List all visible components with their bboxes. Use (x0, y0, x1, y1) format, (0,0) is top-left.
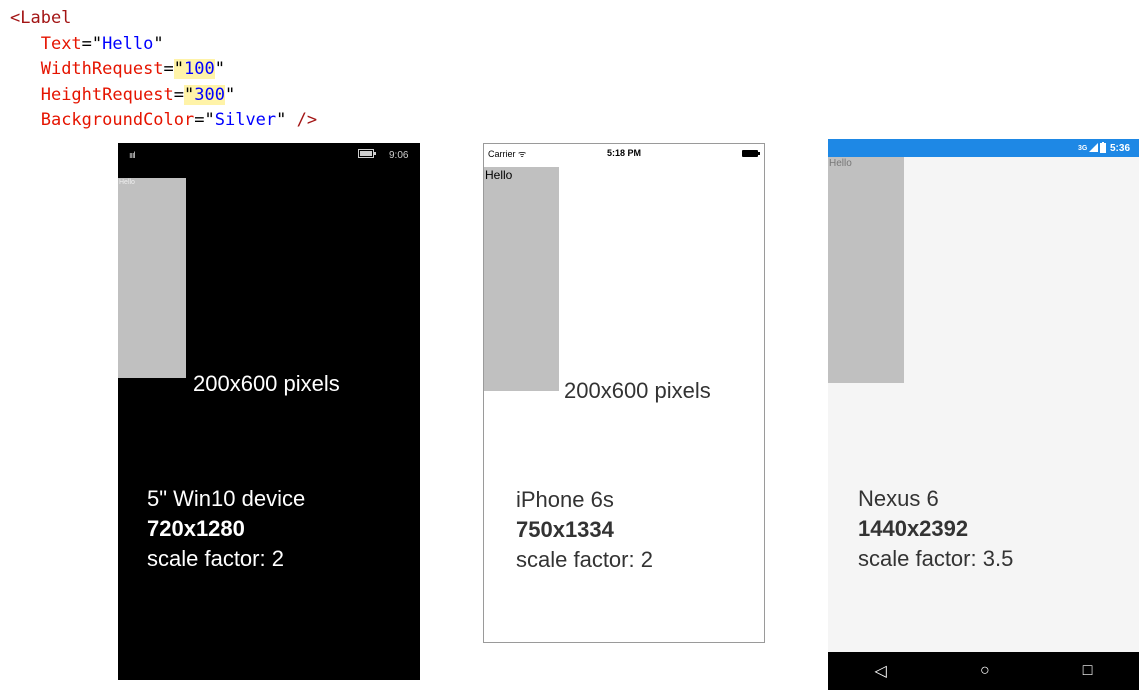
code-tag-close: /> (286, 110, 318, 130)
signal-icon (1089, 143, 1098, 155)
network-icon: 3G (1078, 144, 1088, 152)
battery-icon (358, 149, 376, 161)
hello-label-box: Hello (484, 167, 559, 391)
code-attr-width: WidthRequest (40, 59, 164, 79)
code-val-height: 300 (194, 84, 225, 105)
pixel-size-caption: 200x600 pixels (193, 371, 340, 396)
battery-icon (1100, 142, 1106, 156)
code-attr-height: HeightRequest (40, 84, 174, 105)
device-info: iPhone 6s 750x1334 scale factor: 2 (516, 485, 653, 575)
iphone-screen: Carrier ᯤ 5:18 PM Hello 200x600 pixels i… (483, 143, 765, 643)
device-info: Nexus 6 1440x2392 scale factor: 3.5 (858, 484, 1013, 574)
home-icon[interactable]: ○ (980, 662, 990, 680)
ios-carrier: Carrier ᯤ (488, 148, 527, 159)
android-nav-bar: ◁ ○ □ (828, 652, 1139, 690)
code-val-bg: Silver (214, 110, 277, 130)
win10-phone-screen: ıııl 9:06 Hello 200x600 pixels 5" Win10 … (118, 143, 420, 680)
device-resolution: 1440x2392 (858, 516, 969, 541)
win-status-bar: ıııl 9:06 (118, 143, 420, 167)
battery-icon (742, 149, 760, 159)
code-attr-text: Text (40, 33, 82, 54)
android-time: 5:36 (1110, 142, 1131, 154)
nexus6-screen: 3G 5:36 Hello Nexus 6 1440x2392 scale fa… (828, 139, 1139, 690)
device-scale: scale factor: 2 (516, 547, 653, 572)
ios-time: 5:18 PM (607, 148, 642, 158)
back-icon[interactable]: ◁ (875, 661, 887, 681)
win-time: 9:06 (389, 149, 409, 161)
hello-label-text: Hello (829, 158, 852, 169)
device-info: 5" Win10 device 720x1280 scale factor: 2 (147, 484, 305, 574)
hello-label-box: Hello (828, 157, 904, 383)
device-scale: scale factor: 2 (147, 546, 284, 571)
hello-label-text: Hello (485, 168, 513, 182)
code-val-text: Hello (102, 33, 154, 54)
signal-icon: ıııl (129, 150, 135, 160)
code-attr-bg: BackgroundColor (40, 110, 195, 130)
device-scale: scale factor: 3.5 (858, 546, 1014, 571)
hello-label-box: Hello (118, 178, 186, 378)
ios-status-bar: Carrier ᯤ 5:18 PM (484, 144, 764, 162)
xaml-code-block: <Label Text="Hello" WidthRequest="100" H… (10, 8, 318, 130)
device-resolution: 720x1280 (147, 516, 245, 541)
device-name: Nexus 6 (858, 486, 939, 511)
pixel-size-caption: 200x600 pixels (564, 378, 711, 403)
hello-label-text: Hello (119, 179, 135, 186)
device-name: 5" Win10 device (147, 486, 306, 511)
recent-apps-icon[interactable]: □ (1083, 662, 1093, 680)
code-val-width: 100 (184, 59, 215, 79)
code-tag-open: <Label (10, 8, 72, 28)
device-name: iPhone 6s (516, 487, 614, 512)
android-status-bar: 3G 5:36 (828, 139, 1139, 157)
device-resolution: 750x1334 (516, 517, 614, 542)
